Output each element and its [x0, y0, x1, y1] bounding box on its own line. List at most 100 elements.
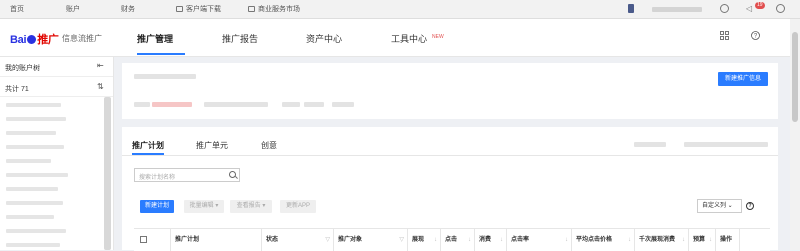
new-promotion-info-button[interactable]: 新建推广信息	[718, 72, 768, 86]
help-circle-icon[interactable]: ?	[751, 31, 760, 40]
filter-icon[interactable]: ▽	[325, 229, 330, 251]
desktop-icon	[176, 6, 183, 13]
help-circle-icon[interactable]: ?	[746, 202, 754, 210]
list-item[interactable]	[6, 145, 64, 149]
column-label: 千次展现消费	[639, 237, 676, 243]
sort-icon[interactable]: ↓	[709, 229, 712, 251]
page-scrollbar-thumb[interactable]	[792, 32, 798, 122]
logo-text: Bai	[10, 34, 27, 46]
user-avatar-icon[interactable]	[628, 4, 634, 13]
summary-value-redacted	[152, 102, 192, 107]
nav-promotion-report[interactable]: 推广报告	[222, 32, 258, 45]
sidebar-scrollbar[interactable]	[104, 97, 111, 250]
topbar-link-client-download[interactable]: 客户端下载	[176, 4, 221, 14]
main-header: Bai 推广 信息流推广 推广管理 推广报告 资产中心 工具中心 NEW ?	[0, 19, 790, 57]
plan-list-card: 推广计划 推广单元 创意 搜索计划名称 新建计划 批量编辑 ▾ 查看报告 ▾ 更…	[122, 127, 778, 251]
column-label: 推广对象	[338, 237, 363, 243]
sort-icon[interactable]: ↓	[682, 229, 685, 251]
divider	[0, 76, 113, 77]
filter-icon[interactable]: ▽	[399, 229, 404, 251]
collapse-icon[interactable]: ⇤	[97, 61, 104, 70]
tab-creatives[interactable]: 创意	[261, 140, 277, 151]
new-plan-button[interactable]: 新建计划	[140, 200, 174, 213]
column-header-clicks[interactable]: 点击 ↓	[441, 229, 475, 251]
column-header-impressions[interactable]: 展现 ↓	[408, 229, 441, 251]
nav-asset-center[interactable]: 资产中心	[306, 32, 342, 45]
nav-promotion-management[interactable]: 推广管理	[137, 32, 173, 45]
store-icon	[248, 6, 255, 13]
sort-icon[interactable]: ↓	[468, 229, 471, 251]
column-header-ctr[interactable]: 点击率 ↓	[507, 229, 572, 251]
topbar-link-market[interactable]: 商业服务市场	[248, 4, 300, 14]
custom-columns-select[interactable]: 自定义列 ⌄	[697, 199, 742, 213]
column-header-status[interactable]: 状态 ▽	[262, 229, 334, 251]
minus-circle-icon[interactable]	[720, 4, 729, 13]
column-header-target[interactable]: 推广对象 ▽	[334, 229, 408, 251]
topbar-link-finance[interactable]: 财务	[121, 4, 135, 14]
column-label: 点击	[445, 237, 458, 243]
date-redacted	[634, 142, 666, 147]
column-header-cpm[interactable]: 千次展现消费 ↓	[635, 229, 689, 251]
column-header-avg-cpc[interactable]: 平均点击价格 ↓	[572, 229, 635, 251]
column-header-plan[interactable]: 推广计划	[171, 229, 262, 251]
plan-search-input[interactable]: 搜索计划名称	[134, 168, 240, 182]
tab-units[interactable]: 推广单元	[196, 140, 228, 151]
sort-icon[interactable]: ↓	[434, 229, 437, 251]
account-summary-card: 新建推广信息	[122, 63, 778, 119]
list-item[interactable]	[6, 215, 54, 219]
select-all-checkbox[interactable]	[140, 235, 147, 243]
sidebar-title: 我的账户树	[5, 65, 40, 72]
list-item[interactable]	[6, 117, 66, 121]
sort-icon[interactable]: ↓	[500, 229, 503, 251]
column-header-budget[interactable]: 预算 ↓	[689, 229, 716, 251]
sort-icon[interactable]: ⇅	[97, 82, 104, 91]
divider	[0, 96, 113, 97]
list-item[interactable]	[6, 229, 66, 233]
summary-value-redacted	[204, 102, 268, 107]
account-tree-sidebar: 我的账户树 ⇤ 共计 71 ⇅	[0, 57, 114, 250]
account-name-redacted	[134, 74, 196, 79]
column-label: 操作	[720, 237, 733, 243]
column-label: 状态	[266, 237, 279, 243]
new-tag: NEW	[432, 34, 444, 40]
list-item[interactable]	[6, 187, 58, 191]
nav-active-underline	[137, 53, 185, 55]
update-app-button[interactable]: 更新APP	[280, 200, 316, 213]
column-header-cost[interactable]: 消费 ↓	[475, 229, 507, 251]
list-item[interactable]	[6, 173, 68, 177]
power-icon[interactable]	[776, 4, 785, 13]
username-redacted[interactable]	[652, 7, 702, 12]
column-label: 推广计划	[175, 237, 200, 243]
topbar-link-label: 客户端下载	[186, 6, 221, 13]
tab-plans[interactable]: 推广计划	[132, 140, 164, 151]
list-item[interactable]	[6, 243, 60, 247]
column-label: 点击率	[511, 237, 530, 243]
view-report-button[interactable]: 查看报告 ▾	[230, 200, 272, 213]
tab-divider	[122, 155, 778, 156]
list-item[interactable]	[6, 103, 61, 107]
column-label: 平均点击价格	[576, 237, 613, 243]
column-label: 预算	[693, 237, 706, 243]
summary-value-redacted	[134, 102, 150, 107]
list-item[interactable]	[6, 159, 51, 163]
sort-icon[interactable]: ↓	[565, 229, 568, 251]
batch-edit-label: 批量编辑	[189, 203, 214, 209]
topbar-link-account[interactable]: 账户	[66, 4, 80, 14]
sort-icon[interactable]: ↓	[628, 229, 631, 251]
nav-tool-center[interactable]: 工具中心	[391, 32, 427, 45]
custom-columns-label: 自定义列	[702, 203, 727, 209]
list-item[interactable]	[6, 201, 63, 205]
bell-icon[interactable]: ◁	[746, 4, 752, 13]
date-range-redacted[interactable]	[684, 142, 768, 147]
paw-icon	[27, 35, 37, 44]
topbar-link-home[interactable]: 首页	[10, 4, 24, 14]
view-report-label: 查看报告	[236, 203, 261, 209]
search-icon[interactable]	[229, 171, 236, 178]
batch-edit-button[interactable]: 批量编辑 ▾	[184, 200, 224, 213]
topbar-link-label: 商业服务市场	[258, 6, 300, 13]
list-item[interactable]	[6, 131, 56, 135]
search-placeholder: 搜索计划名称	[139, 175, 176, 181]
grid-icon[interactable]	[720, 31, 729, 40]
table-header-checkbox-cell	[134, 229, 171, 251]
baidu-logo[interactable]: Bai 推广	[10, 31, 59, 47]
